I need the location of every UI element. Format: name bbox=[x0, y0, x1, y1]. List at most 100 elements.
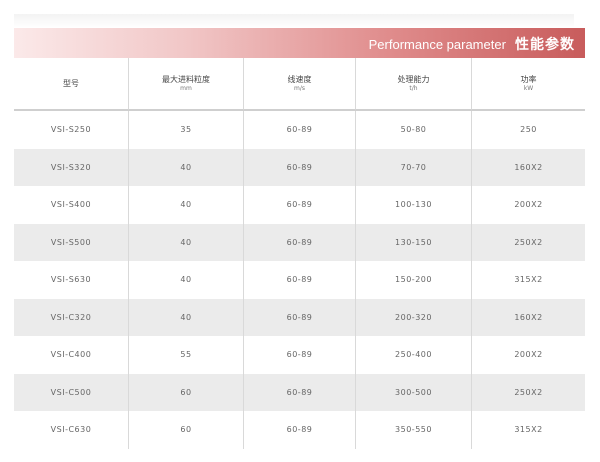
cell-model: VSI-C500 bbox=[14, 374, 128, 412]
cell-power: 200X2 bbox=[471, 336, 585, 374]
header-label: 处理能力 bbox=[397, 74, 430, 84]
cell-text: 70-70 bbox=[400, 162, 427, 172]
cell-text: 40 bbox=[180, 162, 192, 172]
header-unit: t/h bbox=[409, 84, 418, 92]
cell-text: 60 bbox=[180, 387, 192, 397]
cell-model: VSI-C400 bbox=[14, 336, 128, 374]
header-max-feed-size: 最大进料粒度 mm bbox=[128, 58, 243, 110]
cell-text: 60 bbox=[180, 425, 192, 435]
cell-capacity: 300-500 bbox=[355, 373, 471, 411]
table-row: VSI-C320 40 60-89 200-320 160X2 bbox=[14, 298, 585, 337]
cell-capacity: 130-150 bbox=[355, 223, 471, 261]
cell-speed: 60-89 bbox=[243, 261, 355, 299]
banner-title: Performance parameter 性能参数 bbox=[369, 28, 575, 58]
cell-text: 60-89 bbox=[286, 162, 313, 172]
banner-shadow bbox=[14, 14, 574, 28]
cell-power: 250X2 bbox=[471, 223, 585, 261]
cell-text: 40 bbox=[180, 237, 192, 247]
cell-text: 200-320 bbox=[395, 312, 432, 322]
header-power: 功率 kW bbox=[471, 58, 585, 110]
cell-speed: 60-89 bbox=[243, 373, 355, 411]
cell-feed-size: 40 bbox=[128, 223, 243, 261]
cell-capacity: 350-550 bbox=[355, 411, 471, 449]
cell-text: 315X2 bbox=[514, 275, 543, 285]
header-unit: m/s bbox=[294, 84, 305, 92]
performance-table: 型号 最大进料粒度 mm 线速度 m/s 处理能力 t/h 功率 kW VSI-… bbox=[14, 58, 585, 449]
cell-capacity: 50-80 bbox=[355, 111, 471, 149]
cell-speed: 60-89 bbox=[243, 186, 355, 224]
banner-title-cn: 性能参数 bbox=[515, 37, 575, 53]
cell-text: 50-80 bbox=[400, 125, 427, 135]
cell-text: 60-89 bbox=[286, 237, 313, 247]
section-banner: Performance parameter 性能参数 bbox=[14, 28, 585, 58]
header-label: 最大进料粒度 bbox=[162, 74, 210, 84]
cell-text: 350-550 bbox=[395, 425, 432, 435]
cell-speed: 60-89 bbox=[243, 411, 355, 449]
cell-text: 35 bbox=[180, 125, 192, 135]
cell-feed-size: 40 bbox=[128, 298, 243, 336]
cell-model: VSI-S400 bbox=[14, 186, 128, 224]
cell-capacity: 250-400 bbox=[355, 336, 471, 374]
table-row: VSI-S400 40 60-89 100-130 200X2 bbox=[14, 186, 585, 224]
cell-text: 315X2 bbox=[514, 425, 543, 435]
cell-text: 100-130 bbox=[395, 200, 432, 210]
cell-text: 60-89 bbox=[286, 200, 313, 210]
cell-text: 300-500 bbox=[395, 387, 432, 397]
cell-text: 55 bbox=[180, 350, 192, 360]
cell-text: VSI-S630 bbox=[50, 275, 92, 285]
cell-feed-size: 60 bbox=[128, 411, 243, 449]
cell-text: VSI-C320 bbox=[50, 312, 92, 322]
cell-text: VSI-S320 bbox=[50, 162, 92, 172]
cell-feed-size: 40 bbox=[128, 261, 243, 299]
cell-text: 60-89 bbox=[286, 387, 313, 397]
cell-text: 250X2 bbox=[514, 387, 543, 397]
cell-capacity: 70-70 bbox=[355, 148, 471, 186]
header-label: 功率 bbox=[520, 74, 537, 84]
table-row: VSI-C500 60 60-89 300-500 250X2 bbox=[14, 373, 585, 412]
header-unit: mm bbox=[180, 84, 192, 92]
cell-text: 40 bbox=[180, 312, 192, 322]
table-row: VSI-S250 35 60-89 50-80 250 bbox=[14, 111, 585, 149]
table-row: VSI-S320 40 60-89 70-70 160X2 bbox=[14, 148, 585, 186]
cell-capacity: 150-200 bbox=[355, 261, 471, 299]
cell-model: VSI-S250 bbox=[14, 111, 128, 149]
cell-text: 250X2 bbox=[514, 237, 543, 247]
cell-text: 130-150 bbox=[395, 237, 432, 247]
cell-text: 250 bbox=[520, 125, 537, 135]
cell-model: VSI-C320 bbox=[14, 299, 128, 337]
header-model: 型号 bbox=[14, 58, 128, 110]
cell-speed: 60-89 bbox=[243, 223, 355, 261]
cell-text: 60-89 bbox=[286, 312, 313, 322]
header-capacity: 处理能力 t/h bbox=[355, 58, 471, 110]
cell-power: 160X2 bbox=[471, 298, 585, 336]
cell-text: 200X2 bbox=[514, 200, 543, 210]
cell-text: VSI-C500 bbox=[50, 387, 92, 397]
cell-power: 250X2 bbox=[471, 373, 585, 411]
cell-speed: 60-89 bbox=[243, 336, 355, 374]
cell-power: 250 bbox=[471, 111, 585, 149]
cell-feed-size: 60 bbox=[128, 373, 243, 411]
cell-speed: 60-89 bbox=[243, 111, 355, 149]
table-row: VSI-S500 40 60-89 130-150 250X2 bbox=[14, 223, 585, 261]
table-row: VSI-C400 55 60-89 250-400 200X2 bbox=[14, 336, 585, 374]
cell-feed-size: 55 bbox=[128, 336, 243, 374]
cell-speed: 60-89 bbox=[243, 298, 355, 336]
banner-title-en: Performance parameter bbox=[368, 37, 506, 52]
cell-text: 160X2 bbox=[514, 312, 543, 322]
cell-text: 60-89 bbox=[286, 275, 313, 285]
cell-text: VSI-S250 bbox=[50, 125, 92, 135]
cell-feed-size: 35 bbox=[128, 111, 243, 149]
cell-capacity: 200-320 bbox=[355, 298, 471, 336]
cell-text: 200X2 bbox=[514, 350, 543, 360]
cell-speed: 60-89 bbox=[243, 148, 355, 186]
cell-text: VSI-C400 bbox=[50, 350, 92, 360]
cell-text: VSI-S500 bbox=[50, 237, 92, 247]
cell-text: 40 bbox=[180, 200, 192, 210]
table-row: VSI-S630 40 60-89 150-200 315X2 bbox=[14, 261, 585, 299]
cell-model: VSI-C630 bbox=[14, 411, 128, 449]
cell-capacity: 100-130 bbox=[355, 186, 471, 224]
cell-feed-size: 40 bbox=[128, 148, 243, 186]
cell-text: 60-89 bbox=[286, 425, 313, 435]
header-label: 型号 bbox=[63, 78, 79, 88]
cell-text: 160X2 bbox=[514, 162, 543, 172]
